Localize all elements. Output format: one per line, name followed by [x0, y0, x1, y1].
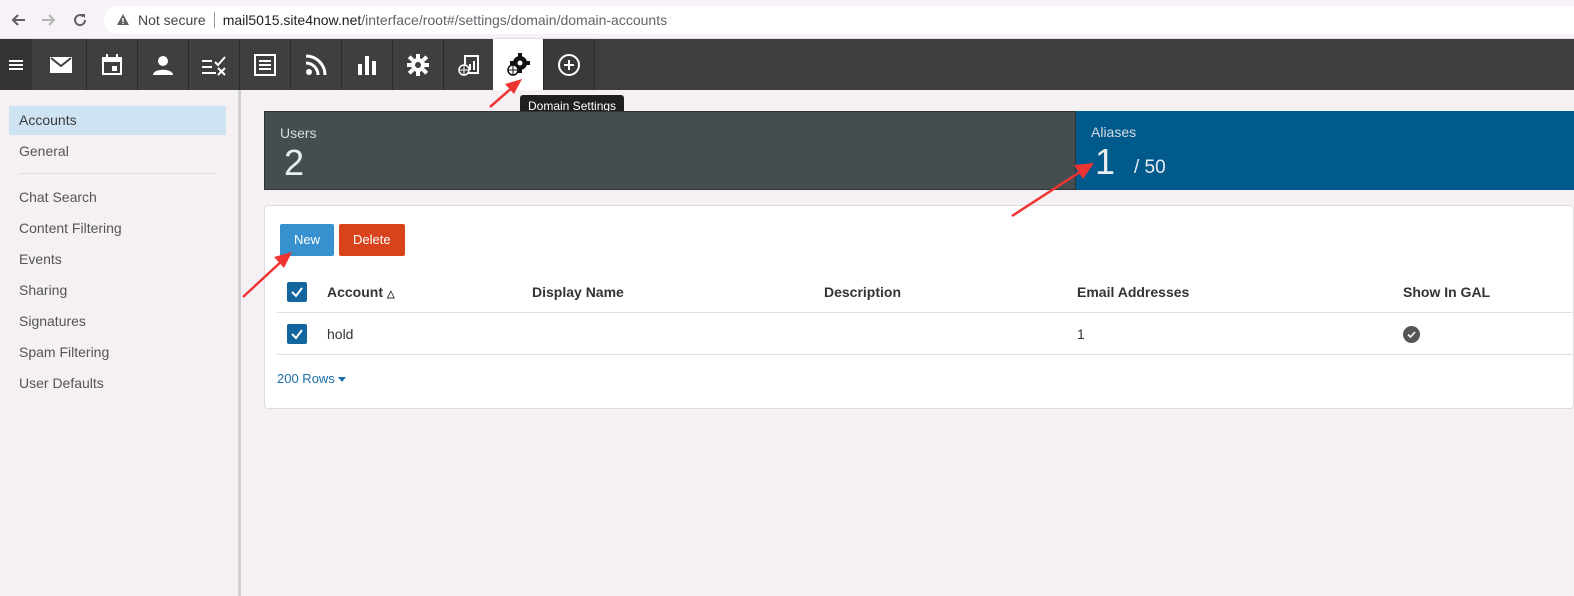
rss-icon[interactable] — [291, 39, 342, 90]
sidebar-item-events[interactable]: Events — [9, 245, 226, 274]
select-all-checkbox[interactable] — [287, 282, 307, 302]
sidebar-divider — [19, 173, 216, 174]
reload-icon[interactable] — [64, 4, 96, 36]
delete-button[interactable]: Delete — [339, 224, 405, 256]
rows-per-page-dropdown[interactable]: 200 Rows — [277, 371, 346, 386]
add-icon[interactable] — [544, 39, 595, 90]
column-header-show-in-gal[interactable]: Show In GAL — [1403, 271, 1490, 313]
browser-address-bar: Not secure mail5015.site4now.net /interf… — [0, 0, 1574, 39]
table-header: Account △ Display Name Description Email … — [277, 271, 1574, 313]
hamburger-menu-icon[interactable] — [0, 39, 32, 90]
column-header-email-addresses[interactable]: Email Addresses — [1077, 271, 1189, 313]
forward-arrow-icon[interactable] — [33, 4, 65, 36]
app-toolbar — [0, 39, 1574, 90]
table-row[interactable]: hold 1 — [277, 313, 1574, 355]
column-header-display-name[interactable]: Display Name — [532, 271, 624, 313]
aliases-stat-limit: / 50 — [1134, 157, 1166, 178]
tasks-icon[interactable] — [189, 39, 240, 90]
sidebar-item-chat-search[interactable]: Chat Search — [9, 183, 226, 212]
settings-icon[interactable] — [393, 39, 444, 90]
url-host: mail5015.site4now.net — [222, 12, 362, 28]
cell-account: hold — [327, 326, 354, 342]
sidebar-item-accounts[interactable]: Accounts — [9, 106, 226, 135]
calendar-icon[interactable] — [87, 39, 138, 90]
rows-per-page-label: 200 Rows — [277, 371, 335, 386]
domain-settings-icon[interactable] — [493, 39, 544, 90]
sidebar-item-signatures[interactable]: Signatures — [9, 307, 226, 336]
back-arrow-icon[interactable] — [2, 4, 34, 36]
security-status: Not secure — [138, 12, 206, 28]
sidebar-item-general[interactable]: General — [9, 137, 226, 166]
warning-icon — [116, 12, 132, 28]
notes-icon[interactable] — [240, 39, 291, 90]
aliases-stat-card[interactable]: Aliases 1 / 50 — [1076, 111, 1574, 190]
url-field[interactable]: Not secure mail5015.site4now.net /interf… — [104, 6, 1574, 34]
sidebar-item-content-filtering[interactable]: Content Filtering — [9, 214, 226, 243]
contacts-icon[interactable] — [138, 39, 189, 90]
new-button[interactable]: New — [280, 224, 335, 256]
users-stat-label: Users — [280, 125, 317, 141]
column-header-description[interactable]: Description — [824, 271, 901, 313]
accounts-panel: New Delete Account △ Display Name Descrip… — [264, 205, 1574, 409]
sidebar-item-spam-filtering[interactable]: Spam Filtering — [9, 338, 226, 367]
mail-icon[interactable] — [36, 39, 87, 90]
sidebar-item-user-defaults[interactable]: User Defaults — [9, 369, 226, 398]
users-stat-value: 2 — [284, 142, 305, 183]
domain-reports-icon[interactable] — [444, 39, 495, 90]
url-separator — [213, 12, 215, 28]
check-circle-icon — [1403, 326, 1420, 343]
reports-icon[interactable] — [342, 39, 393, 90]
column-header-account[interactable]: Account △ — [327, 271, 395, 313]
settings-sidebar: Accounts General Chat Search Content Fil… — [0, 90, 241, 596]
aliases-stat-value: 1 — [1095, 141, 1116, 182]
cell-email-addresses: 1 — [1077, 326, 1085, 342]
users-stat-card[interactable]: Users 2 — [264, 111, 1076, 190]
aliases-stat-label: Aliases — [1091, 124, 1137, 140]
caret-down-icon — [337, 377, 346, 383]
row-checkbox[interactable] — [287, 324, 307, 344]
sidebar-item-sharing[interactable]: Sharing — [9, 276, 226, 305]
sort-ascending-icon: △ — [387, 289, 395, 300]
column-header-account-label: Account — [327, 284, 383, 300]
url-path: /interface/root#/settings/domain/domain-… — [361, 12, 668, 28]
